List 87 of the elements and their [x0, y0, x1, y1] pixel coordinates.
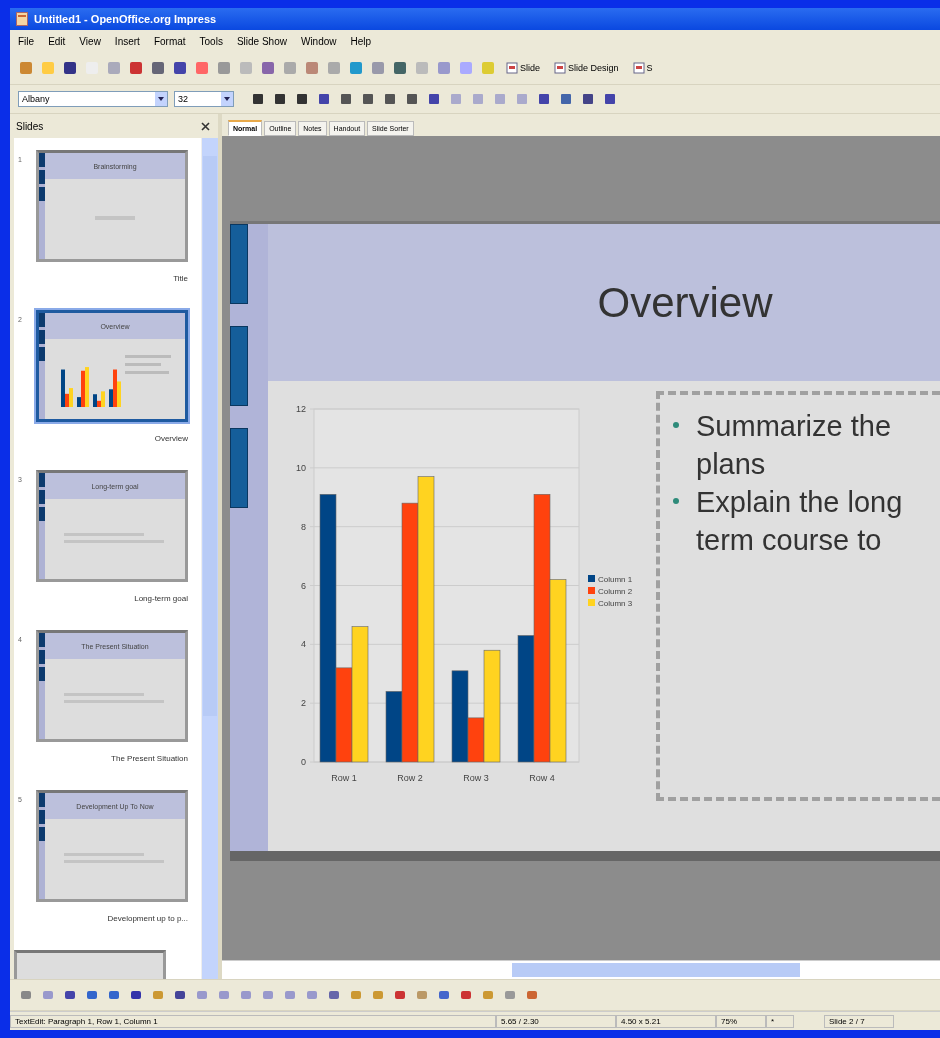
font-name-field[interactable]: Albany [18, 91, 168, 107]
toolbar-icon[interactable] [62, 60, 78, 76]
slide-name: Overview [154, 434, 188, 443]
axis-tick-label: 6 [301, 580, 306, 591]
bullet-text: Summarize the [696, 409, 891, 444]
legend-label: Column 1 [598, 575, 633, 584]
side-tab [39, 827, 45, 841]
status-field: 75% [716, 1014, 766, 1028]
status-field: 5.65 / 2.30 [496, 1014, 616, 1028]
side-tab [39, 667, 45, 681]
toolbar-icon[interactable] [272, 91, 288, 107]
side-tab [39, 347, 45, 361]
subtitle-line-drawing [95, 216, 135, 222]
bullet-icon [672, 497, 680, 505]
status-field: * [766, 1014, 794, 1028]
close-icon[interactable] [201, 121, 210, 131]
document-icon [16, 12, 28, 26]
bullet-icon [672, 421, 680, 429]
slide-name: Development up to p... [107, 914, 188, 923]
toolbar-icon[interactable] [360, 91, 376, 107]
menu-item[interactable]: Insert [114, 35, 140, 47]
category-label: Row 1 [331, 773, 357, 783]
category-label: Row 4 [529, 773, 555, 783]
toolbar-icon[interactable] [382, 91, 398, 107]
menu-item[interactable]: Format [153, 35, 186, 47]
axis-tick-label: 10 [296, 462, 306, 473]
bullet-text: plans [696, 447, 767, 482]
slide-name: Title [173, 274, 188, 283]
toolbar-icon[interactable] [602, 91, 618, 107]
side-tab [39, 473, 45, 487]
toolbar-button[interactable]: Slide [502, 60, 544, 76]
slide-icon [632, 62, 645, 74]
menu-item[interactable]: Tools [199, 35, 223, 47]
toolbar-icon[interactable] [316, 91, 332, 107]
side-tab [39, 490, 45, 504]
axis-tick-label: 2 [301, 698, 306, 709]
axis-tick-label: 0 [301, 757, 306, 767]
status-field: Slide 2 / 7 [824, 1014, 894, 1028]
axis-tick-label: 12 [296, 404, 306, 414]
side-tab [39, 633, 45, 647]
toolbar-icon[interactable] [536, 91, 552, 107]
slide-name: The Present Situation [111, 754, 188, 763]
side-tab [39, 507, 45, 521]
menu-item[interactable]: Help [350, 35, 372, 47]
slide-title: Overview [597, 278, 773, 327]
slide-icon [554, 62, 566, 74]
side-tab [39, 153, 45, 167]
bullet-text: term course to [696, 523, 883, 558]
status-field: 4.50 x 5.21 [616, 1014, 716, 1028]
side-tab [39, 793, 45, 807]
toolbar-icon[interactable] [338, 91, 354, 107]
side-tab [39, 187, 45, 201]
legend-label: Column 3 [598, 599, 633, 608]
toolbar-icon[interactable] [404, 91, 420, 107]
axis-tick-label: 4 [301, 639, 306, 650]
menu-item[interactable]: Window [300, 35, 337, 47]
scrollbar[interactable] [222, 960, 940, 979]
slide-name: Long-term goal [134, 594, 188, 603]
side-tab [39, 313, 45, 327]
bullet-text: Explain the long [696, 485, 903, 520]
axis-tick-label: 8 [301, 521, 306, 532]
toolbar-icon[interactable] [294, 91, 310, 107]
font-size-field[interactable]: 32 [174, 91, 234, 107]
toolbar-icon[interactable] [150, 60, 166, 76]
toolbar-icon[interactable] [172, 60, 188, 76]
category-label: Row 3 [463, 773, 489, 783]
slide-icon [506, 62, 518, 74]
toolbar-icon[interactable] [558, 91, 574, 107]
legend-label: Column 2 [598, 587, 633, 596]
toolbar-icon[interactable] [250, 91, 266, 107]
side-tab [39, 810, 45, 824]
toolbar-icon[interactable] [426, 91, 442, 107]
menu-item[interactable]: View [79, 35, 101, 47]
side-tab [39, 330, 45, 344]
toolbar-button[interactable]: Slide Design [550, 60, 623, 76]
menu-item[interactable]: Slide Show [236, 35, 287, 47]
toolbar-icon[interactable] [580, 91, 596, 107]
status-field: TextEdit: Paragraph 1, Row 1, Column 1 [10, 1014, 496, 1028]
category-label: Row 2 [397, 773, 423, 783]
window-title: Untitled1 - OpenOffice.org Impress [34, 13, 217, 25]
toolbar-icon[interactable] [392, 60, 408, 76]
pane-title: Slides [16, 120, 44, 132]
menu-item[interactable]: Edit [48, 35, 66, 47]
side-tab [39, 170, 45, 184]
side-tab [39, 650, 45, 664]
menu-item[interactable]: File [18, 35, 35, 47]
toolbar-button[interactable]: S [628, 60, 657, 76]
